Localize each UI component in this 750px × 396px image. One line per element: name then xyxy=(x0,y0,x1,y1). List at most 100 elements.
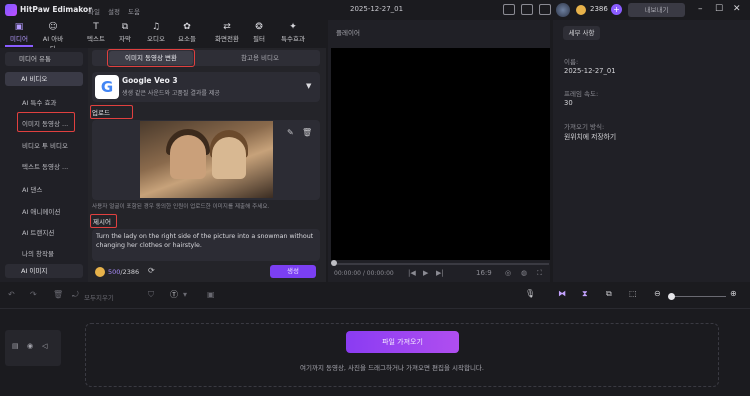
undo-icon[interactable]: ↶ xyxy=(8,290,15,299)
aspect-ratio[interactable]: 16:9 xyxy=(476,269,492,277)
zoom-in-icon[interactable]: ⊕ xyxy=(730,289,737,298)
tab-reference-video[interactable]: 참고용 비디오 xyxy=(210,51,310,65)
seek-handle[interactable] xyxy=(331,260,337,266)
snapshot-icon[interactable]: ◎ xyxy=(505,269,511,277)
clear-all-icon[interactable]: ⤾ xyxy=(72,290,79,300)
chevron-down-icon[interactable]: ▼ xyxy=(306,82,311,90)
app-name: HitPaw Edimakor xyxy=(20,5,92,14)
tool-subtitle[interactable]: ⧉ 자막 xyxy=(112,22,138,43)
music-icon: ♫ xyxy=(151,22,161,32)
elements-icon: ✿ xyxy=(183,22,191,32)
seek-bar[interactable] xyxy=(333,263,549,265)
model-name: Google Veo 3 xyxy=(122,76,178,85)
track-icon[interactable]: ▤ xyxy=(12,342,19,350)
prompt-input[interactable]: Turn the lady on the right side of the p… xyxy=(92,229,320,261)
zoom-handle[interactable] xyxy=(668,293,675,300)
tool-media[interactable]: ▣ 미디어 xyxy=(6,22,32,43)
tool-elements[interactable]: ✿ 요소들 xyxy=(174,22,200,43)
close-icon[interactable]: ✕ xyxy=(733,4,741,14)
menu-help[interactable]: 도움 xyxy=(128,6,140,16)
zoom-slider[interactable] xyxy=(672,296,726,297)
name-label: 이름: xyxy=(564,58,579,66)
tool-audio[interactable]: ♫ 오디오 xyxy=(143,22,169,43)
eye-icon[interactable]: ◉ xyxy=(27,342,33,350)
drop-hint: 여기까지 동영상, 사진을 드래그하거나 가져오면 편집을 시작합니다. xyxy=(300,364,484,372)
add-credits-button[interactable]: + xyxy=(611,4,622,15)
maximize-icon[interactable]: ☐ xyxy=(715,4,723,14)
nav-media-stock[interactable]: 미디어 유통 xyxy=(5,52,83,66)
nav-item-ai-animation[interactable]: AI 애니메이션 xyxy=(22,206,60,216)
minimize-icon[interactable]: – xyxy=(698,4,703,14)
chevron-down-icon[interactable]: ▾ xyxy=(183,290,187,299)
model-description: 생생 같은 사운드와 고품질 결과를 제공 xyxy=(122,90,220,97)
play-icon[interactable]: ▶ xyxy=(423,269,428,277)
nav-item-ai-dance[interactable]: AI 댄스 xyxy=(22,184,42,194)
split-icon[interactable]: ⧉ xyxy=(606,289,612,299)
fps-label: 프레임 속도: xyxy=(564,90,599,98)
time-display: 00:00:00 / 00:00:00 xyxy=(334,270,394,277)
highlight-box xyxy=(107,49,195,67)
nav-ai-video[interactable]: AI 비디오 xyxy=(5,72,83,86)
menu-file[interactable]: 파일 xyxy=(88,6,100,16)
transition-icon: ⇄ xyxy=(223,22,231,32)
prev-frame-icon[interactable]: |◀ xyxy=(408,269,416,277)
app-logo-icon xyxy=(5,4,17,16)
microphone-icon[interactable]: 🎙 xyxy=(525,289,535,298)
avatar[interactable] xyxy=(556,3,570,17)
edit-icon[interactable]: ✎ xyxy=(287,128,294,137)
tool-filter[interactable]: ❂ 필터 xyxy=(246,22,272,43)
media-icon: ▣ xyxy=(14,22,24,32)
credit-cost: 500/2386 xyxy=(108,268,140,276)
nav-item-text-to-video[interactable]: 텍스트 동영상 ... xyxy=(22,161,68,171)
clear-all-button[interactable]: 모두지우기 xyxy=(84,292,114,302)
coin-icon xyxy=(576,5,586,15)
shield-icon[interactable]: ⛉ xyxy=(148,290,154,300)
tool-effects[interactable]: ✦ 특수효과 xyxy=(276,22,310,43)
refresh-icon[interactable]: ⟳ xyxy=(148,266,155,275)
fullscreen-icon[interactable]: ⛶ xyxy=(537,269,542,278)
next-frame-icon[interactable]: ▶| xyxy=(436,269,444,277)
zoom-out-icon[interactable]: ⊖ xyxy=(654,289,661,298)
avatar-icon: ☺ xyxy=(48,22,58,32)
nav-item-my-creations[interactable]: 나의 창작물 xyxy=(22,248,54,258)
trash-icon[interactable]: 🗑 xyxy=(302,128,312,137)
active-tab-indicator xyxy=(5,45,33,47)
speaker-icon[interactable]: ◁ xyxy=(42,342,47,350)
filter-icon: ❂ xyxy=(255,22,263,32)
photo-detail xyxy=(212,137,246,179)
nav-item-ai-effects[interactable]: AI 특수 효과 xyxy=(22,97,56,107)
screen-icon[interactable] xyxy=(539,4,551,15)
export-button[interactable]: 내보내기 xyxy=(628,3,685,17)
volume-icon[interactable]: ◍ xyxy=(521,269,527,277)
tool-transition[interactable]: ⇄ 화면전환 xyxy=(211,22,243,43)
message-icon[interactable] xyxy=(521,4,533,15)
fit-icon[interactable]: ⬚ xyxy=(629,289,637,298)
redo-icon[interactable]: ↷ xyxy=(30,290,37,299)
delete-icon[interactable]: 🗑 xyxy=(53,290,63,299)
subtitle-icon[interactable] xyxy=(503,4,515,15)
magnet-icon[interactable]: ⧗ xyxy=(582,289,588,299)
preview-screen xyxy=(331,48,550,260)
highlight-box xyxy=(17,112,75,132)
text-tool-icon[interactable]: Ⓣ xyxy=(170,289,178,300)
tool-text[interactable]: T 텍스트 xyxy=(83,22,109,43)
menu-settings[interactable]: 설정 xyxy=(108,6,120,16)
tab-details[interactable]: 세부 사항 xyxy=(563,26,600,40)
photo-detail xyxy=(170,135,206,179)
details-panel xyxy=(553,20,750,282)
generate-button[interactable]: 생성 xyxy=(270,265,316,278)
coin-icon xyxy=(95,267,105,277)
subtitle-icon: ⧉ xyxy=(121,22,129,32)
image-icon[interactable]: ▣ xyxy=(207,290,215,299)
fps-value: 30 xyxy=(564,99,573,107)
project-title: 2025-12-27_01 xyxy=(350,5,404,13)
text-icon: T xyxy=(93,22,99,32)
link-icon[interactable]: ⧓ xyxy=(558,289,566,298)
player-label: 플레이어 xyxy=(336,29,360,37)
nav-ai-image[interactable]: AI 이미지 xyxy=(5,264,83,278)
highlight-box xyxy=(90,214,117,228)
nav-item-ai-transition[interactable]: AI 트랜지션 xyxy=(22,227,54,237)
nav-item-video-to-video[interactable]: 비디오 투 비디오 xyxy=(22,140,68,150)
import-files-button[interactable]: 파일 가져오기 xyxy=(346,331,459,353)
upload-hint: 사용자 얼굴이 포함된 경우 동의한 인원이 업로드한 이미지를 제출해 주세요… xyxy=(92,204,270,210)
